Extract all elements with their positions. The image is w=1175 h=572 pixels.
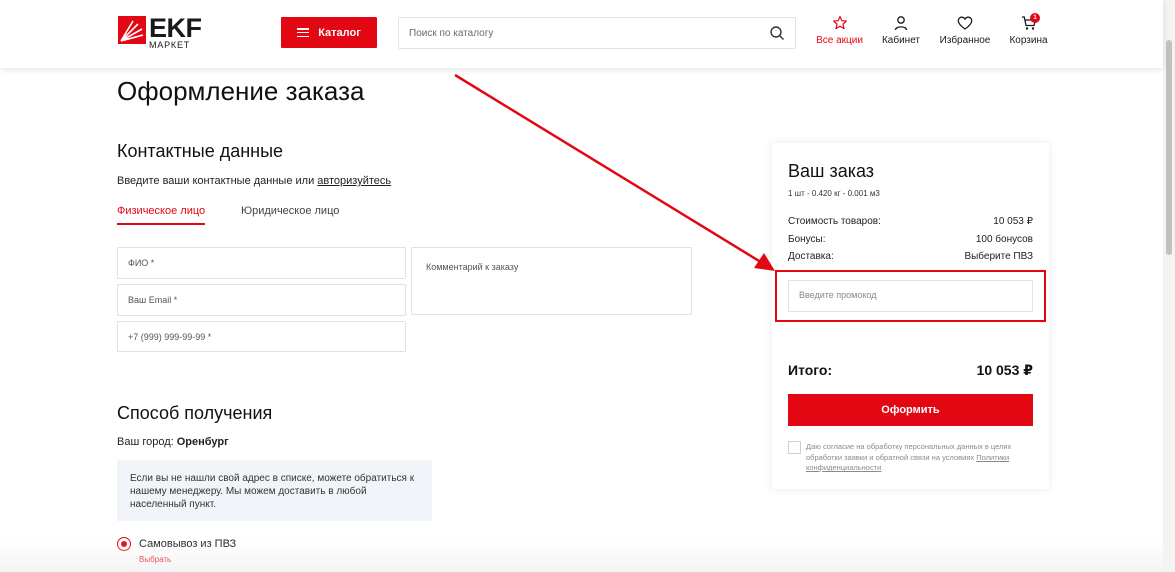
catalog-button[interactable]: Каталог — [281, 17, 377, 48]
search-box — [398, 17, 796, 49]
login-link[interactable]: авторизуйтесь — [317, 175, 391, 187]
promo-input[interactable] — [799, 290, 1024, 300]
user-icon — [894, 16, 908, 31]
phone-input[interactable] — [128, 332, 395, 342]
consent-text: Даю согласие на обработку персональных д… — [806, 442, 1033, 474]
delivery-info-text: Если вы не нашли свой адрес в списке, мо… — [130, 473, 415, 510]
header-promos-label: Все акции — [816, 35, 863, 46]
order-total: Итого: 10 053 ₽ — [788, 362, 1033, 378]
submit-order-button[interactable]: Оформить — [788, 394, 1033, 426]
heart-icon — [957, 16, 973, 30]
pickup-label[interactable]: Самовывоз из ПВЗ — [139, 538, 236, 550]
order-row-goods: Стоимость товаров: 10 053 ₽ — [788, 216, 1033, 227]
logo-subtitle: МАРКЕТ — [149, 40, 191, 50]
delivery-title: Способ получения — [117, 403, 273, 423]
search-icon[interactable] — [769, 25, 785, 41]
site-header: EKF МАРКЕТ Каталог Все акции Кабинет Изб… — [0, 0, 1163, 68]
email-input[interactable] — [128, 295, 395, 305]
email-field — [117, 284, 406, 316]
header-cabinet-label: Кабинет — [881, 35, 921, 46]
order-row-value: 100 бонусов — [975, 234, 1033, 245]
pickup-radio[interactable] — [117, 537, 131, 551]
header-promos[interactable]: Все акции — [816, 15, 863, 46]
page-title: Оформление заказа — [117, 76, 365, 106]
active-tab-indicator — [117, 223, 205, 225]
contacts-title: Контактные данные — [117, 141, 284, 161]
order-row-label: Стоимость товаров: — [788, 216, 881, 227]
logo-mark-icon — [118, 16, 146, 44]
header-cart[interactable]: 1 Корзина — [1008, 13, 1049, 46]
contacts-hint-text: Введите ваши контактные данные или — [117, 175, 318, 187]
order-summary-card: Ваш заказ 1 шт - 0.420 кг - 0.001 м3 Сто… — [772, 143, 1049, 489]
star-icon — [832, 15, 847, 30]
name-input[interactable] — [128, 258, 395, 268]
scrollbar-thumb[interactable] — [1166, 40, 1172, 255]
city-value[interactable]: Оренбург — [177, 436, 229, 448]
order-row-label: Бонусы: — [788, 234, 826, 245]
header-favorites-label: Избранное — [939, 35, 991, 46]
city-line: Ваш город: Оренбург — [117, 436, 229, 448]
tab-individual[interactable]: Физическое лицо — [117, 205, 205, 217]
search-input[interactable] — [409, 25, 759, 41]
consent-checkbox[interactable] — [788, 441, 801, 454]
header-cabinet[interactable]: Кабинет — [881, 15, 921, 46]
page-scrollbar[interactable] — [1163, 0, 1175, 572]
phone-field — [117, 321, 406, 352]
order-row-bonus: Бонусы: 100 бонусов — [788, 234, 1033, 245]
header-cart-label: Корзина — [1009, 35, 1048, 46]
order-meta: 1 шт - 0.420 кг - 0.001 м3 — [788, 189, 880, 198]
contacts-hint: Введите ваши контактные данные или автор… — [117, 175, 391, 187]
order-row-value: Выберите ПВЗ — [964, 251, 1033, 262]
promo-field — [788, 280, 1033, 312]
city-label: Ваш город: — [117, 436, 177, 448]
order-title: Ваш заказ — [788, 161, 875, 181]
order-row-delivery: Доставка: Выберите ПВЗ — [788, 251, 1033, 262]
delivery-info-box: Если вы не нашли свой адрес в списке, мо… — [117, 460, 432, 521]
cart-count-badge: 1 — [1030, 13, 1040, 23]
order-total-label: Итого: — [788, 362, 833, 378]
header-favorites[interactable]: Избранное — [939, 15, 991, 46]
catalog-button-label: Каталог — [318, 26, 361, 39]
order-row-label: Доставка: — [788, 251, 834, 262]
comment-field — [411, 247, 692, 315]
tab-legal-entity[interactable]: Юридическое лицо — [241, 205, 339, 217]
menu-icon — [297, 28, 310, 38]
comment-input[interactable] — [422, 262, 681, 308]
ekf-logo[interactable]: EKF МАРКЕТ — [118, 13, 218, 50]
order-row-value: 10 053 ₽ — [993, 216, 1033, 227]
name-field — [117, 247, 406, 279]
choose-pickup-link[interactable]: Выбрать — [139, 555, 171, 564]
order-total-value: 10 053 ₽ — [976, 362, 1033, 378]
